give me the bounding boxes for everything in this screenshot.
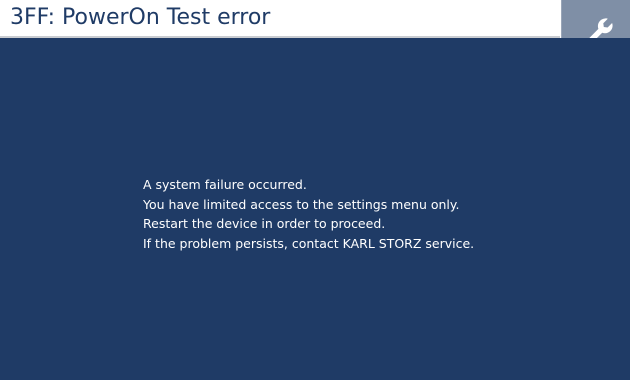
- page-title: 3FF: PowerOn Test error: [10, 5, 271, 30]
- message-line-4: If the problem persists, contact KARL ST…: [143, 235, 475, 251]
- error-screen: 3FF: PowerOn Test error A system failure…: [0, 0, 630, 380]
- main-content: A system failure occurred. You have limi…: [0, 38, 630, 380]
- error-message: A system failure occurred. You have limi…: [143, 175, 474, 253]
- message-line-2: You have limited access to the settings …: [143, 196, 460, 212]
- message-line-3: Restart the device in order to proceed.: [143, 216, 386, 231]
- title-bar: 3FF: PowerOn Test error: [0, 0, 560, 38]
- message-line-1: A system failure occurred.: [143, 177, 307, 192]
